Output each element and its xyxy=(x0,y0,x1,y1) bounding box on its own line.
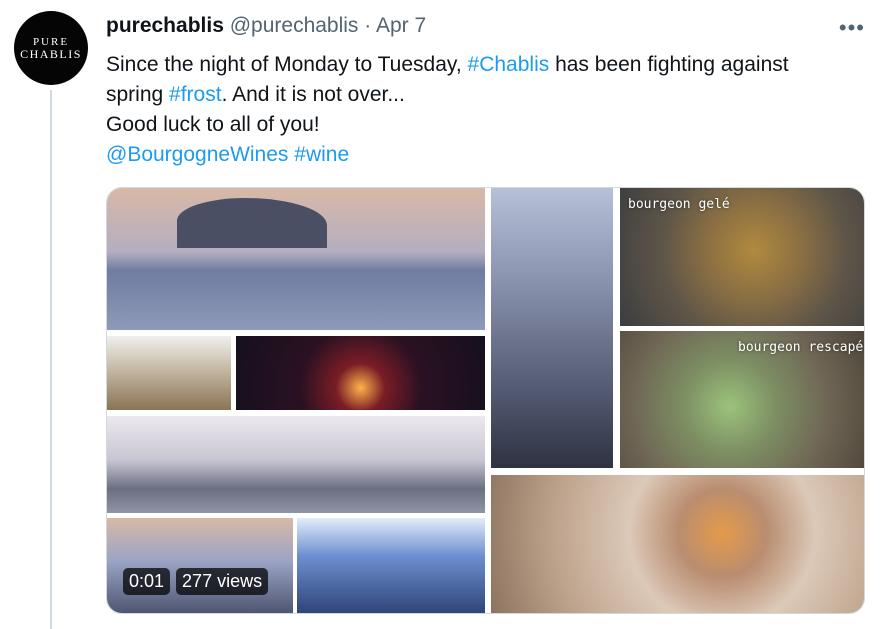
header-separator: · xyxy=(364,14,372,37)
tweet-text-line: spring #frost. And it is not over... xyxy=(106,80,866,110)
video-frame-tile xyxy=(491,188,613,468)
video-frame-tile xyxy=(107,416,485,513)
video-frame-tile xyxy=(107,188,485,330)
view-count: 277 views xyxy=(176,568,269,595)
more-icon[interactable]: ••• xyxy=(839,15,865,41)
text-segment: spring xyxy=(106,83,170,106)
text-segment: Since the night of Monday to Tuesday, xyxy=(106,53,468,76)
caption-frozen-bud: bourgeon gelé xyxy=(628,197,730,212)
tweet-header: purechablis @purechablis · Apr 7 xyxy=(106,14,426,38)
avatar[interactable]: PURE CHABLIS xyxy=(14,11,88,85)
hashtag-wine[interactable]: #wine xyxy=(294,143,349,166)
video-frame-tile xyxy=(107,518,293,613)
video-frame-tile xyxy=(236,336,485,410)
video-frame-tile: bourgeon gelé xyxy=(620,188,864,326)
author-handle[interactable]: @purechablis xyxy=(230,14,359,37)
thread-line xyxy=(50,90,52,629)
tweet-text: Since the night of Monday to Tuesday, #C… xyxy=(106,50,866,170)
author-name[interactable]: purechablis xyxy=(106,14,224,37)
tweet-text-line: Good luck to all of you! xyxy=(106,113,320,136)
avatar-logo-line1: PURE xyxy=(32,35,70,48)
video-frame-tile xyxy=(107,336,231,410)
text-segment: has been fighting against xyxy=(549,53,789,76)
caption-escaped-bud: bourgeon rescapé xyxy=(738,340,864,355)
video-frame-tile xyxy=(491,475,864,613)
video-player[interactable]: bourgeon gelé bourgeon rescapé 0:01 277 … xyxy=(106,187,865,614)
video-frame-tile xyxy=(297,518,485,613)
avatar-logo-line2: CHABLIS xyxy=(20,46,82,61)
tweet-text-line: @BourgogneWines #wine xyxy=(106,140,866,170)
hashtag-chablis[interactable]: #Chablis xyxy=(468,53,550,76)
tweet-text-line: Since the night of Monday to Tuesday, #C… xyxy=(106,50,866,80)
hashtag-frost[interactable]: #frost xyxy=(169,83,222,106)
tweet-date[interactable]: Apr 7 xyxy=(376,14,426,37)
video-badge: 0:01 277 views xyxy=(123,568,269,595)
video-time: 0:01 xyxy=(123,568,171,595)
video-frame-tile: bourgeon rescapé xyxy=(620,331,864,468)
mention-bourgognewines[interactable]: @BourgogneWines xyxy=(106,143,288,166)
text-segment: . And it is not over... xyxy=(221,83,405,106)
